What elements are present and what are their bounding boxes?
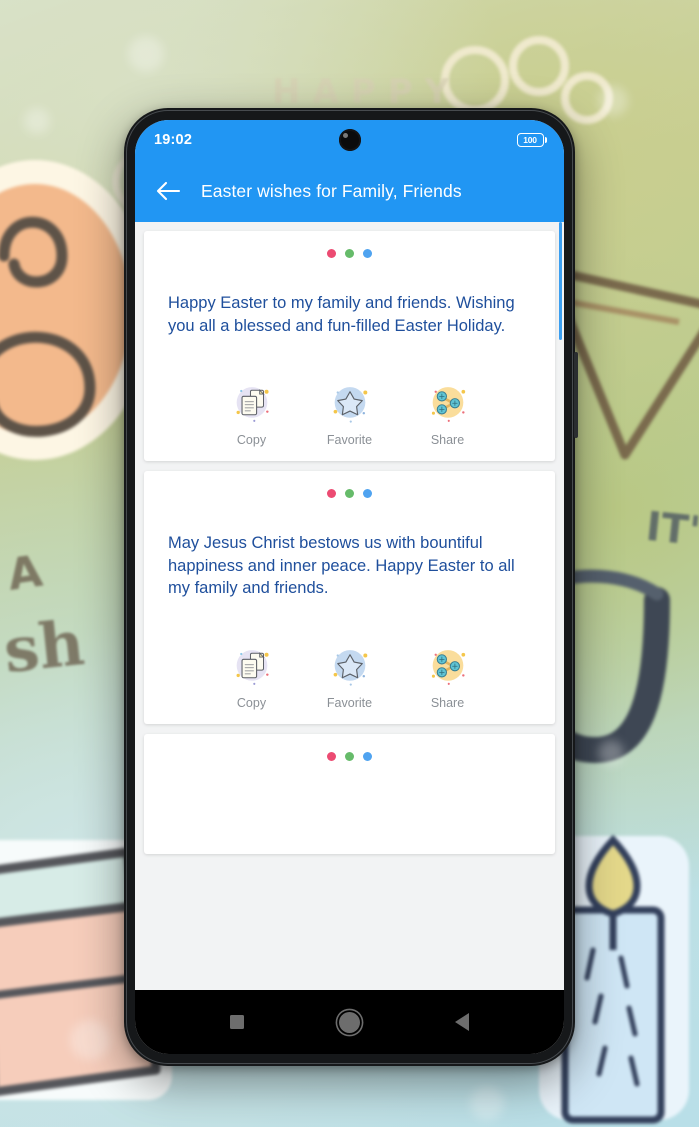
bokeh-2 (24, 108, 50, 134)
dot-pink (327, 249, 336, 258)
wallpaper-text-sh: sh (0, 606, 88, 687)
triangle-left-icon (454, 1013, 469, 1031)
dot-blue (363, 249, 372, 258)
share-label: Share (430, 695, 465, 710)
message-card[interactable] (144, 733, 555, 854)
scrollbar-track[interactable] (558, 222, 562, 990)
bokeh-6 (470, 1086, 504, 1120)
share-icon (431, 650, 465, 685)
card-dots (144, 751, 555, 761)
front-camera-punch-hole-icon (338, 129, 361, 151)
arrow-left-icon (156, 181, 181, 201)
bokeh-3 (598, 86, 628, 116)
copy-button[interactable]: Copy (229, 381, 275, 447)
message-card[interactable]: May Jesus Christ bestows us with bountif… (144, 471, 555, 724)
app-bar: Easter wishes for Family, Friends (135, 160, 564, 222)
phone-screen: 19:02 100 Easter wishes for Family, Frie… (135, 120, 564, 1054)
dot-blue (363, 751, 372, 761)
battery-indicator: 100 (516, 133, 547, 147)
status-bar: 19:02 100 (135, 120, 564, 160)
battery-icon: 100 (516, 133, 544, 147)
copy-icon (236, 650, 269, 685)
status-time: 19:02 (154, 132, 193, 148)
favorite-button[interactable]: Favorite (327, 644, 373, 710)
circle-icon (338, 1011, 360, 1033)
dot-green (345, 249, 354, 258)
copy-label: Copy (236, 433, 267, 448)
page-title: Easter wishes for Family, Friends (201, 180, 462, 201)
back-nav-button[interactable] (442, 1002, 482, 1042)
card-actions: Copy Favorite Share (144, 337, 555, 461)
battery-level-text: 100 (523, 135, 537, 145)
share-button[interactable]: Share (425, 381, 471, 447)
power-button[interactable] (574, 352, 578, 438)
dot-green (345, 751, 354, 761)
favorite-button[interactable]: Favorite (327, 381, 373, 447)
phone-device: 19:02 100 Easter wishes for Family, Frie… (124, 108, 578, 1066)
square-icon (230, 1015, 245, 1029)
wallpaper-text-a: A (4, 545, 46, 602)
copy-button[interactable]: Copy (229, 644, 275, 710)
copy-icon (236, 387, 269, 423)
share-icon (431, 387, 465, 423)
wallpaper-text-happy: HAPPY (272, 72, 462, 112)
battery-cap-icon (544, 137, 547, 143)
bokeh-1 (128, 36, 164, 72)
favorite-label: Favorite (326, 695, 373, 710)
dot-green (345, 489, 354, 499)
wallpaper-text-its: IT'S (643, 503, 699, 559)
star-icon (333, 650, 367, 686)
message-list[interactable]: Happy Easter to my family and friends. W… (135, 222, 564, 990)
card-actions: Copy Favorite Share (144, 600, 555, 724)
card-dots (144, 489, 555, 499)
android-navigation-bar (135, 990, 564, 1054)
star-icon (333, 387, 367, 423)
favorite-label: Favorite (326, 433, 373, 448)
share-button[interactable]: Share (425, 644, 471, 710)
message-text: May Jesus Christ bestows us with bountif… (168, 534, 515, 598)
dot-pink (327, 751, 336, 761)
dot-blue (363, 489, 372, 499)
scrollbar-thumb[interactable] (558, 222, 562, 340)
back-button[interactable] (153, 176, 183, 206)
home-button[interactable] (329, 1002, 369, 1042)
recents-button[interactable] (217, 1002, 257, 1042)
bokeh-4 (70, 1020, 110, 1060)
bokeh-5 (598, 740, 624, 766)
message-text: Happy Easter to my family and friends. W… (168, 294, 515, 335)
copy-label: Copy (236, 695, 267, 710)
dot-pink (327, 489, 336, 499)
share-label: Share (430, 433, 465, 448)
message-card[interactable]: Happy Easter to my family and friends. W… (144, 231, 555, 462)
card-dots (144, 249, 555, 258)
